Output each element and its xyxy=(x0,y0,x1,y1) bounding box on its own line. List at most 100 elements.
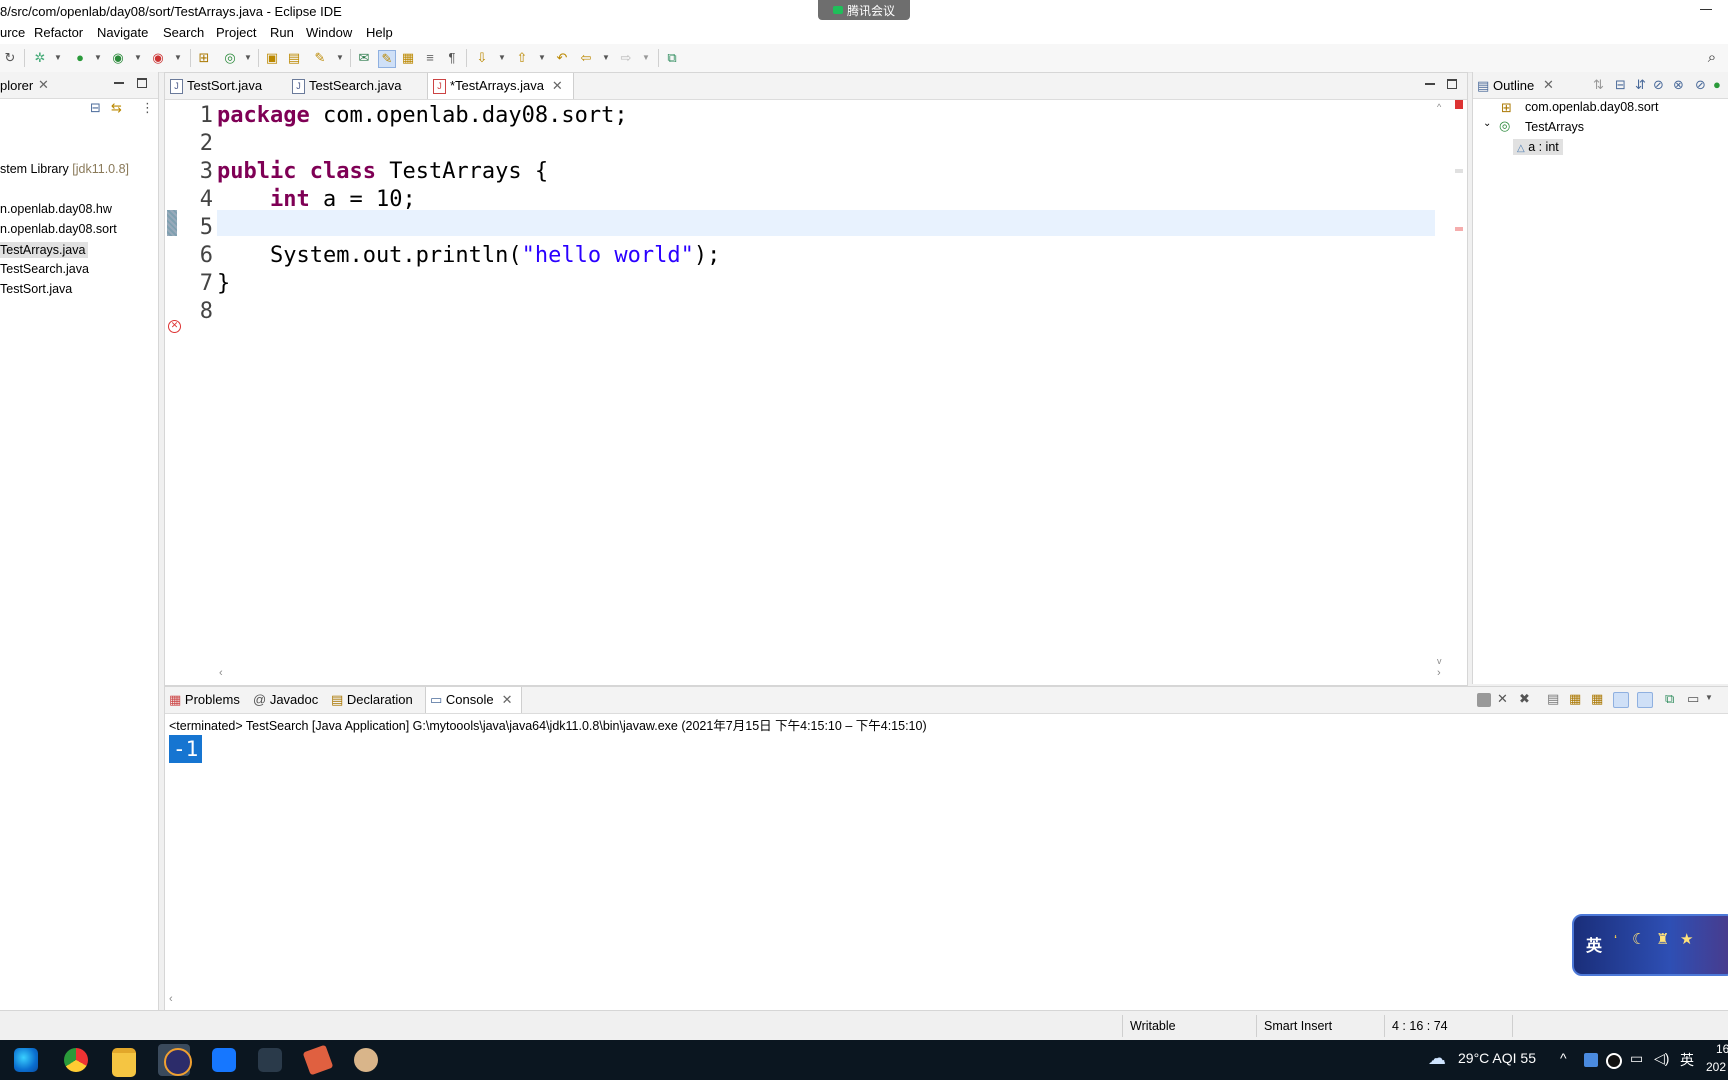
close-icon[interactable]: ✕ xyxy=(502,692,513,707)
show-whitespace-icon[interactable]: ¶ xyxy=(444,50,460,66)
menu-search[interactable]: Search xyxy=(163,25,204,40)
minimize-icon[interactable] xyxy=(1700,2,1714,16)
debug-icon[interactable]: ✲ xyxy=(32,50,48,66)
package-item-hw[interactable]: n.openlab.day08.hw xyxy=(0,202,112,216)
last-edit-icon[interactable]: ↶ xyxy=(554,50,570,66)
search-dropdown-icon[interactable]: ▼ xyxy=(332,50,348,66)
outline-tab[interactable]: ▤ Outline ✕ ⇅ ⊟ ⇵ ⊘ ⊗ ⊘ ● xyxy=(1473,72,1728,99)
paint-icon[interactable] xyxy=(354,1048,378,1072)
next-annotation-dropdown-icon[interactable]: ▼ xyxy=(494,50,510,66)
ime-toolbar[interactable]: 英 ʻ ☾ ♜ ★ xyxy=(1572,914,1728,976)
link-editor-icon[interactable]: ⇆ xyxy=(111,100,122,116)
outline-item-class[interactable]: TestArrays xyxy=(1525,120,1584,134)
eclipse-icon[interactable] xyxy=(164,1048,192,1076)
menu-project[interactable]: Project xyxy=(216,25,256,40)
minimize-icon[interactable] xyxy=(114,82,124,84)
scroll-up-icon[interactable]: ^ xyxy=(1437,102,1441,112)
tab-console[interactable]: ▭ Console ✕ xyxy=(425,687,522,713)
link-icon[interactable]: ↻ xyxy=(2,50,18,66)
clear-console-icon[interactable]: ▤ xyxy=(1547,691,1559,707)
maximize-icon[interactable] xyxy=(1447,79,1457,89)
word-wrap-icon[interactable]: ▦ xyxy=(1591,691,1603,707)
mark-occurrences-icon[interactable]: ✎ xyxy=(378,50,396,68)
annotation-icon[interactable]: ✉ xyxy=(356,50,372,66)
open-type-icon[interactable]: ▣ xyxy=(264,50,280,66)
package-explorer-tab[interactable]: plorer ✕ xyxy=(0,72,158,99)
prev-annotation-dropdown-icon[interactable]: ▼ xyxy=(534,50,550,66)
tab-javadoc[interactable]: @ Javadoc xyxy=(253,687,318,713)
back-icon[interactable]: ⇦ xyxy=(578,50,594,66)
file-item-testsearch[interactable]: TestSearch.java xyxy=(0,262,89,276)
code-area[interactable]: ✕ 1 2 3 4 5 6 7 8 package com.openlab.da… xyxy=(165,100,1467,670)
package-item-sort[interactable]: n.openlab.day08.sort xyxy=(0,222,117,236)
status-insert-mode[interactable]: Smart Insert xyxy=(1264,1019,1332,1033)
scroll-down-icon[interactable]: v xyxy=(1437,656,1442,666)
hide-fields-icon[interactable]: ⊘ xyxy=(1653,77,1664,93)
file-item-testarrays[interactable]: TestArrays.java xyxy=(0,242,89,258)
search-icon[interactable]: ⌕ xyxy=(1704,50,1720,66)
show-on-output-icon[interactable] xyxy=(1613,692,1629,708)
punctuation-icon[interactable]: ʻ xyxy=(1614,932,1617,948)
view-menu-icon[interactable]: ⋮ xyxy=(141,100,154,116)
edge-icon[interactable] xyxy=(14,1048,38,1072)
external-tools-icon[interactable]: ◉ xyxy=(150,50,166,66)
menu-source[interactable]: urce xyxy=(0,25,25,40)
meeting-app-icon[interactable] xyxy=(212,1048,236,1072)
ime-language-label[interactable]: 英 xyxy=(1586,932,1602,956)
scroll-left-icon[interactable]: ‹ xyxy=(219,667,223,679)
new-class-icon[interactable]: ◎ xyxy=(222,50,238,66)
back-dropdown-icon[interactable]: ▼ xyxy=(598,50,614,66)
menu-run[interactable]: Run xyxy=(270,25,294,40)
debug-dropdown-icon[interactable]: ▼ xyxy=(50,50,66,66)
volume-icon[interactable]: ◁) xyxy=(1654,1050,1669,1067)
cloud-icon[interactable]: ☁ xyxy=(1428,1048,1446,1069)
outline-item-package[interactable]: com.openlab.day08.sort xyxy=(1525,100,1658,114)
pin-editor-icon[interactable]: ⧉ xyxy=(664,50,680,66)
scroll-right-icon[interactable]: › xyxy=(1437,667,1441,679)
error-overview-marker[interactable] xyxy=(1455,227,1463,231)
qq-icon[interactable] xyxy=(1606,1053,1622,1069)
file-explorer-icon[interactable] xyxy=(112,1048,136,1077)
tab-testsort[interactable]: J TestSort.java xyxy=(165,73,262,99)
search-tool-icon[interactable]: ✎ xyxy=(312,50,328,66)
open-folder-icon[interactable]: ▤ xyxy=(286,50,302,66)
hide-static-icon[interactable]: ⊗ xyxy=(1673,77,1684,93)
pin-console-icon[interactable]: ⧉ xyxy=(1665,691,1674,707)
close-icon[interactable]: ✕ xyxy=(552,78,563,93)
coverage-icon[interactable]: ◉ xyxy=(110,50,126,66)
close-icon[interactable]: ✕ xyxy=(38,77,49,93)
menu-window[interactable]: Window xyxy=(306,25,352,40)
show-on-error-icon[interactable] xyxy=(1637,692,1653,708)
word-wrap-icon[interactable]: ≡ xyxy=(422,50,438,66)
tray-app-icon[interactable] xyxy=(1584,1053,1598,1067)
star-icon[interactable]: ★ xyxy=(1680,930,1693,948)
prev-annotation-icon[interactable]: ⇧ xyxy=(514,50,530,66)
error-overview-marker[interactable] xyxy=(1455,100,1463,109)
clock-date[interactable]: 202 xyxy=(1706,1060,1726,1074)
horizontal-scrollbar[interactable]: ‹ › xyxy=(217,667,1451,683)
scroll-left-icon[interactable]: ‹ xyxy=(169,993,173,1005)
app-icon[interactable] xyxy=(258,1048,282,1072)
close-icon[interactable]: ✕ xyxy=(1543,77,1554,93)
coverage-dropdown-icon[interactable]: ▼ xyxy=(130,50,146,66)
ime-indicator[interactable]: 英 xyxy=(1680,1050,1694,1070)
next-annotation-icon[interactable]: ⇩ xyxy=(474,50,490,66)
terminate-icon[interactable] xyxy=(1477,693,1491,707)
remove-all-icon[interactable]: ✖ xyxy=(1519,691,1530,707)
vertical-scrollbar[interactable]: ^ v xyxy=(1435,100,1451,670)
file-item-testsort[interactable]: TestSort.java xyxy=(0,282,72,296)
outline-item-field[interactable]: △ a : int xyxy=(1513,139,1563,155)
forward-icon[interactable]: ⇨ xyxy=(618,50,634,66)
collapse-all-icon[interactable]: ⊟ xyxy=(90,100,101,116)
sort-alpha-icon[interactable]: ⇵ xyxy=(1635,77,1646,93)
menu-refactor[interactable]: Refactor xyxy=(34,25,83,40)
maximize-icon[interactable] xyxy=(137,78,147,88)
error-icon[interactable]: ✕ xyxy=(168,320,181,333)
run-icon[interactable]: ● xyxy=(72,50,88,66)
filter-icon[interactable]: ● xyxy=(1713,77,1721,92)
chevron-up-icon[interactable]: ^ xyxy=(1560,1050,1567,1066)
new-package-icon[interactable]: ⊞ xyxy=(196,50,212,66)
clock-time[interactable]: 16 xyxy=(1716,1042,1728,1056)
chevron-down-icon[interactable]: ▼ xyxy=(1705,693,1713,702)
library-item[interactable]: stem Library [jdk11.0.8] xyxy=(0,162,129,176)
